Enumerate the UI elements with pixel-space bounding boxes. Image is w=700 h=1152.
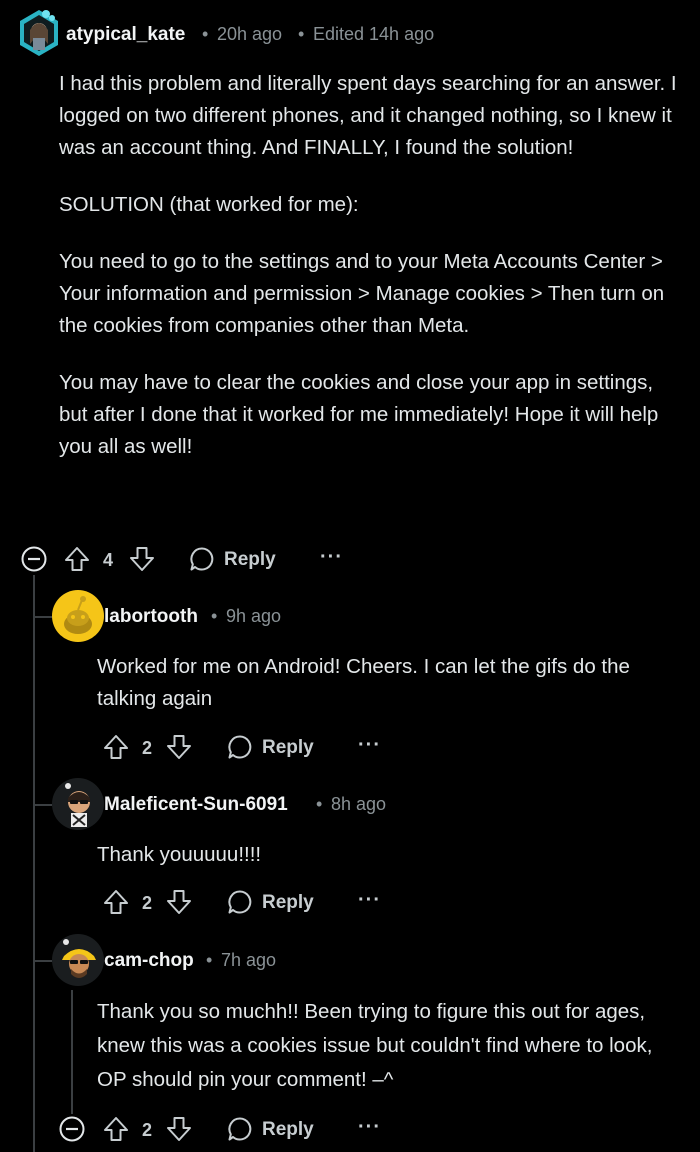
meta-separator: • (206, 950, 213, 970)
collapse-icon[interactable] (21, 546, 47, 577)
avatar[interactable] (52, 590, 104, 642)
more-options-button[interactable]: ··· (358, 734, 381, 757)
comment-paragraph: You need to go to the settings and to yo… (59, 250, 665, 337)
meta-separator: • (316, 794, 323, 814)
comment-body: Thank youuuuu!!!! (97, 839, 687, 871)
timestamp: 9h ago (226, 606, 282, 626)
more-options-button[interactable]: ··· (358, 889, 381, 912)
reply-button[interactable]: Reply (262, 737, 314, 759)
username[interactable]: atypical_kate (66, 24, 185, 46)
vote-count: 4 (103, 550, 114, 570)
upvote-icon[interactable] (103, 733, 129, 766)
downvote-icon[interactable] (166, 888, 192, 921)
reply-button[interactable]: Reply (224, 549, 276, 571)
username[interactable]: Maleficent-Sun-6091 (104, 794, 288, 816)
more-options-button[interactable]: ··· (320, 546, 343, 569)
username[interactable]: cam-chop (104, 950, 194, 972)
comment-paragraph: Worked for me on Android! Cheers. I can … (97, 655, 630, 710)
reply-bubble-icon[interactable] (227, 889, 253, 920)
thread-line-cam-chop[interactable] (71, 990, 73, 1114)
collapse-icon[interactable] (59, 1116, 85, 1147)
comment-paragraph: SOLUTION (that worked for me): (59, 193, 359, 216)
comment-body: I had this problem and literally spent d… (59, 68, 684, 463)
thread-line-main[interactable] (33, 575, 35, 1152)
comment-paragraph: Thank you so muchh!! Been trying to figu… (97, 1000, 653, 1091)
vote-count: 2 (142, 1120, 153, 1140)
more-options-button[interactable]: ··· (358, 1116, 381, 1139)
meta-separator: • (298, 24, 305, 44)
edited-label: Edited 14h ago (313, 24, 435, 44)
timestamp: 7h ago (221, 950, 277, 970)
avatar[interactable] (16, 8, 62, 58)
timestamp: 8h ago (331, 794, 387, 814)
reply-bubble-icon[interactable] (227, 1116, 253, 1147)
vote-count: 2 (142, 893, 153, 913)
downvote-icon[interactable] (166, 733, 192, 766)
reply-button[interactable]: Reply (262, 892, 314, 914)
upvote-icon[interactable] (103, 1115, 129, 1148)
downvote-icon[interactable] (129, 545, 155, 578)
comment-body: Thank you so muchh!! Been trying to figu… (97, 995, 687, 1097)
thread-line-reply-1 (34, 616, 52, 618)
meta-separator: • (202, 24, 209, 44)
thread-line-reply-3 (34, 960, 52, 962)
downvote-icon[interactable] (166, 1115, 192, 1148)
reply-bubble-icon[interactable] (189, 546, 215, 577)
upvote-icon[interactable] (103, 888, 129, 921)
reply-button[interactable]: Reply (262, 1119, 314, 1141)
avatar[interactable] (52, 778, 104, 830)
vote-count: 2 (142, 738, 153, 758)
timestamp: 20h ago (217, 24, 283, 44)
username[interactable]: labortooth (104, 606, 198, 628)
comment-body: Worked for me on Android! Cheers. I can … (97, 651, 687, 715)
reply-bubble-icon[interactable] (227, 734, 253, 765)
comment-paragraph: I had this problem and literally spent d… (59, 72, 677, 159)
upvote-icon[interactable] (64, 545, 90, 578)
comment-paragraph: You may have to clear the cookies and cl… (59, 371, 659, 458)
comment-paragraph: Thank youuuuu!!!! (97, 843, 262, 866)
meta-separator: • (211, 606, 218, 626)
avatar[interactable] (52, 934, 104, 986)
thread-line-reply-2 (34, 804, 52, 806)
